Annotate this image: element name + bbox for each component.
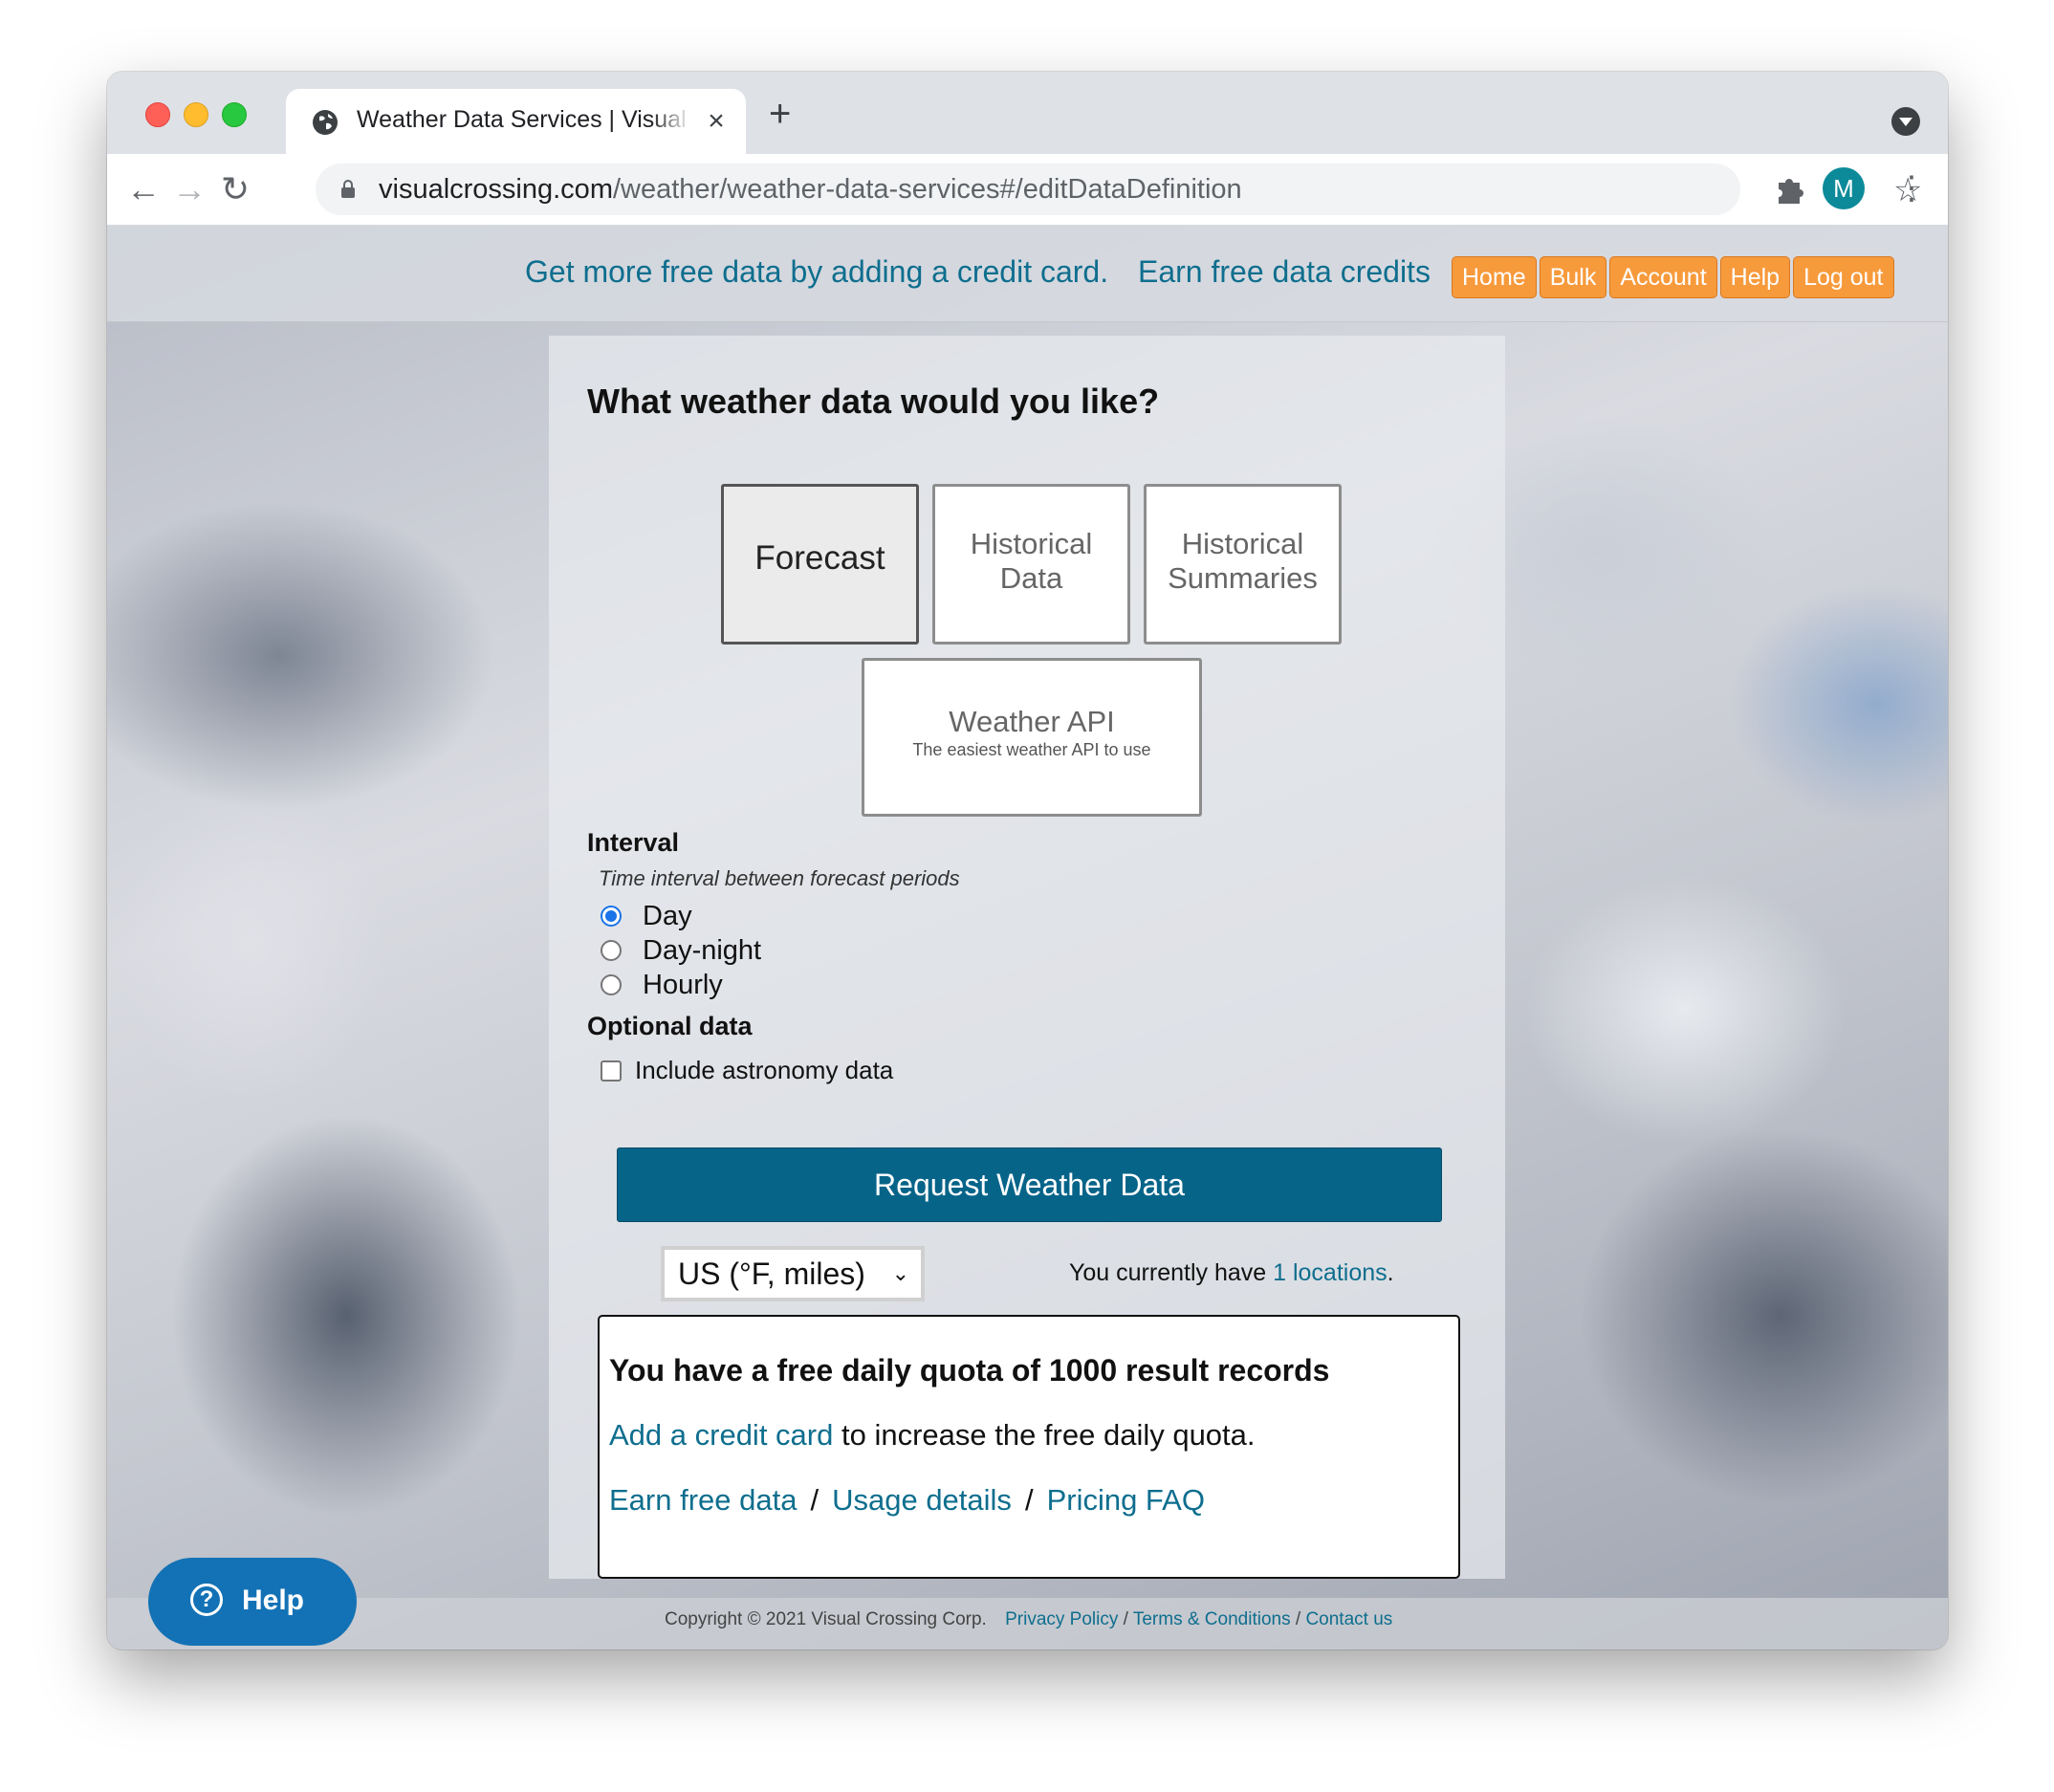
zoom-window-button[interactable]	[222, 102, 247, 127]
weather-api-label: Weather API	[949, 705, 1115, 738]
historical-data-label-line2: Data	[999, 561, 1063, 595]
interval-label: Interval	[587, 828, 680, 857]
separator: /	[1024, 1483, 1034, 1517]
optional-data-label: Optional data	[587, 1012, 753, 1040]
browser-window: Weather Data Services | Visual Crossing …	[107, 72, 1948, 1650]
footer-separator: /	[1118, 1609, 1133, 1629]
units-select-value: US (°F, miles)	[678, 1257, 865, 1291]
astronomy-checkbox[interactable]	[601, 1060, 622, 1082]
site-nav: Home Bulk Account Help Log out	[1452, 256, 1894, 298]
quota-links: Earn free data / Usage details / Pricing FAQ	[609, 1483, 1205, 1518]
chevron-down-icon: ⌄	[891, 1261, 909, 1285]
quota-credit-card-line: Add a credit card to increase the free d…	[609, 1418, 1256, 1453]
copyright-text: Copyright © 2021 Visual Crossing Corp.	[665, 1609, 987, 1629]
nav-bulk-button[interactable]: Bulk	[1539, 256, 1607, 298]
forward-arrow-icon[interactable]: →	[172, 172, 207, 208]
site-footer: Copyright © 2021 Visual Crossing Corp. P…	[107, 1598, 1948, 1650]
new-tab-icon[interactable]: +	[769, 95, 791, 133]
extensions-puzzle-icon[interactable]	[1771, 171, 1807, 208]
forecast-option-label: Forecast	[754, 539, 885, 577]
globe-icon	[313, 110, 338, 135]
astronomy-checkbox-label: Include astronomy data	[635, 1056, 894, 1084]
add-credit-card-promo-link[interactable]: Get more free data by adding a credit ca…	[525, 254, 1108, 290]
hourly-radio[interactable]	[601, 974, 622, 995]
day-night-radio-label: Day-night	[643, 934, 762, 966]
usage-details-link[interactable]: Usage details	[832, 1483, 1012, 1517]
footer-separator: /	[1290, 1609, 1306, 1629]
help-widget-label: Help	[242, 1584, 305, 1616]
locations-prefix: You currently have	[1069, 1259, 1274, 1286]
browser-toolbar: ← → ↻ visualcrossing.com/weather/weather…	[107, 154, 1948, 226]
day-radio-label: Day	[643, 900, 692, 931]
footer-text: Copyright © 2021 Visual Crossing Corp. P…	[665, 1609, 1392, 1630]
earn-credits-link[interactable]: Earn free data credits	[1138, 254, 1431, 290]
day-night-radio[interactable]	[601, 940, 622, 961]
address-bar[interactable]: visualcrossing.com/weather/weather-data-…	[316, 164, 1922, 215]
data-request-panel: What weather data would you like? Foreca…	[549, 336, 1505, 1579]
reload-icon[interactable]: ↻	[218, 172, 252, 208]
minimize-window-button[interactable]	[184, 102, 208, 127]
weather-api-subtitle: The easiest weather API to use	[912, 740, 1151, 759]
page-viewport: Get more free data by adding a credit ca…	[107, 226, 1948, 1650]
forecast-option[interactable]: Forecast	[721, 484, 919, 645]
terms-conditions-link[interactable]: Terms & Conditions	[1133, 1609, 1291, 1629]
nav-help-button[interactable]: Help	[1719, 256, 1791, 298]
contact-us-link[interactable]: Contact us	[1305, 1609, 1392, 1629]
url-host: visualcrossing.com	[379, 174, 613, 205]
url-text: visualcrossing.com/weather/weather-data-…	[379, 174, 1242, 206]
page-title: What weather data would you like?	[587, 382, 1160, 421]
units-select[interactable]: US (°F, miles) ⌄	[661, 1246, 925, 1301]
nav-logout-button[interactable]: Log out	[1793, 256, 1894, 298]
close-window-button[interactable]	[145, 102, 170, 127]
historical-summaries-label-line2: Summaries	[1168, 561, 1318, 595]
locations-link[interactable]: 1 locations	[1273, 1259, 1388, 1286]
day-radio[interactable]	[601, 906, 622, 927]
tab-search-icon[interactable]	[1891, 107, 1920, 136]
quota-box: You have a free daily quota of 1000 resu…	[598, 1315, 1460, 1579]
separator: /	[810, 1483, 819, 1517]
quota-increase-text: to increase the free daily quota.	[833, 1418, 1256, 1452]
hourly-radio-label: Hourly	[643, 969, 723, 1000]
interval-hourly-option[interactable]: Hourly	[601, 969, 723, 1001]
tab-strip: Weather Data Services | Visual Crossing …	[107, 72, 1948, 154]
historical-summaries-label-line1: Historical	[1181, 527, 1304, 560]
historical-data-label-line1: Historical	[970, 527, 1093, 560]
pricing-faq-link[interactable]: Pricing FAQ	[1047, 1483, 1205, 1517]
nav-home-button[interactable]: Home	[1452, 256, 1537, 298]
browser-tab[interactable]: Weather Data Services | Visual Crossing …	[286, 89, 746, 154]
quota-title: You have a free daily quota of 1000 resu…	[609, 1353, 1330, 1388]
tab-title: Weather Data Services | Visual Crossing	[357, 106, 691, 133]
privacy-policy-link[interactable]: Privacy Policy	[1005, 1609, 1118, 1629]
interval-hint: Time interval between forecast periods	[599, 866, 960, 890]
historical-data-option[interactable]: Historical Data	[932, 484, 1130, 645]
interval-day-night-option[interactable]: Day-night	[601, 934, 761, 967]
site-header: Get more free data by adding a credit ca…	[107, 226, 1948, 322]
request-weather-data-button[interactable]: Request Weather Data	[617, 1147, 1442, 1222]
help-widget-button[interactable]: ? Help	[148, 1558, 357, 1646]
astronomy-option[interactable]: Include astronomy data	[601, 1056, 893, 1085]
close-tab-icon[interactable]: ×	[703, 107, 730, 136]
historical-summaries-option[interactable]: Historical Summaries	[1144, 484, 1342, 645]
back-arrow-icon[interactable]: ←	[126, 172, 161, 208]
url-path: /weather/weather-data-services#/editData…	[612, 174, 1242, 205]
nav-account-button[interactable]: Account	[1609, 256, 1717, 298]
interval-day-option[interactable]: Day	[601, 900, 692, 932]
earn-free-data-link[interactable]: Earn free data	[609, 1483, 797, 1517]
weather-api-option[interactable]: Weather API The easiest weather API to u…	[862, 658, 1202, 817]
lock-icon	[341, 180, 355, 198]
profile-avatar[interactable]: M	[1823, 167, 1865, 209]
add-credit-card-link[interactable]: Add a credit card	[609, 1418, 833, 1452]
locations-suffix: .	[1387, 1259, 1394, 1286]
locations-status: You currently have 1 locations.	[1069, 1259, 1394, 1287]
more-menu-icon[interactable]: ⋮	[1895, 165, 1928, 211]
question-mark-icon: ?	[190, 1584, 223, 1616]
